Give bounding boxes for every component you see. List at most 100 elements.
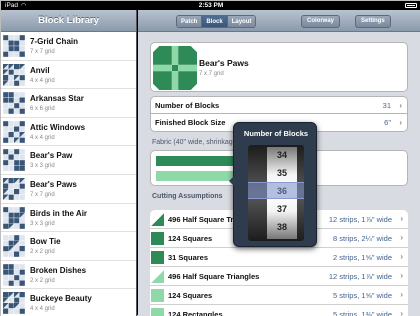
- block-thumbnail-icon: [3, 120, 25, 143]
- sidebar-item-label: 7-Grid Chain: [30, 37, 79, 46]
- fabric-swatch-icon: [151, 251, 164, 264]
- sidebar-item[interactable]: Broken Dishes 2 x 2 grid: [1, 261, 136, 290]
- cutting-row-name: 124 Squares: [168, 291, 213, 300]
- fabric-section-label: Fabric (40" wide, shrinkage...: [152, 139, 243, 146]
- number-picker[interactable]: 3435363738: [248, 145, 304, 241]
- cutting-row-strips: 12 strips, 1⅞" wide: [328, 215, 392, 224]
- chevron-right-icon: ›: [400, 252, 403, 261]
- cutting-row-strips: 12 strips, 1⅞" wide: [328, 272, 392, 281]
- block-thumbnail-icon: [3, 206, 25, 229]
- picker-selection-bar: [248, 182, 304, 199]
- block-thumbnail-icon: [3, 35, 25, 57]
- number-of-blocks-row[interactable]: Number of Blocks 31 ›: [150, 96, 408, 114]
- chevron-right-icon: ›: [400, 233, 403, 242]
- chevron-right-icon: ›: [400, 290, 403, 299]
- chevron-right-icon: ›: [400, 271, 403, 280]
- sidebar-item-label: Bear's Paw: [30, 151, 73, 161]
- colorway-button[interactable]: Colorway: [301, 15, 341, 28]
- popover-title: Number of Blocks: [243, 129, 309, 138]
- chevron-right-icon: ›: [400, 309, 403, 316]
- finished-size-value: 6": [384, 118, 391, 127]
- block-library-sidebar: Block Library 7-Grid Chain 7 x 7 grid Anvi…: [1, 10, 137, 316]
- cutting-row-name: 496 Half Square Triangles: [168, 272, 260, 281]
- chevron-right-icon: ›: [400, 214, 403, 223]
- chevron-right-icon: ›: [399, 101, 402, 110]
- chevron-right-icon: ›: [399, 118, 402, 127]
- sidebar-item[interactable]: Anvil 4 x 4 grid: [1, 61, 136, 90]
- fabric-swatch-icon: [151, 213, 164, 226]
- tab-layout[interactable]: Layout: [227, 16, 256, 27]
- block-thumbnail-icon: [3, 292, 25, 315]
- sidebar-item[interactable]: Buckeye Beauty 4 x 4 grid: [1, 289, 136, 316]
- tab-block[interactable]: Block: [202, 16, 228, 27]
- sidebar-item-grid: 4 x 4 grid: [30, 306, 55, 313]
- popover-arrow: [229, 175, 235, 187]
- sidebar-item-grid: 2 x 2 grid: [30, 249, 55, 256]
- block-thumbnail-icon: [3, 177, 25, 200]
- cutting-row-name: 124 Squares: [168, 234, 213, 243]
- block-thumbnail-icon: [3, 263, 25, 286]
- picker-option[interactable]: 35: [267, 168, 297, 178]
- cutting-row-strips: 5 strips, 1⅜" wide: [333, 310, 392, 316]
- sidebar-item[interactable]: Arkansas Star 6 x 6 grid: [1, 89, 136, 118]
- number-of-blocks-value: 31: [382, 101, 391, 110]
- sidebar-item-grid: 7 x 7 grid: [30, 191, 55, 198]
- tab-patch[interactable]: Patch: [177, 16, 203, 27]
- fabric-swatch-icon: [151, 232, 164, 245]
- cutting-section-title: Cutting Assumptions: [152, 193, 223, 200]
- ipad-screen: iPad ◠ 2:53 PM Block Library 7-Grid Chai…: [0, 0, 420, 316]
- sidebar-item-label: Broken Dishes: [30, 265, 87, 275]
- sidebar-item-grid: 2 x 2 grid: [30, 277, 55, 284]
- block-grid: 7 x 7 grid: [199, 71, 224, 77]
- settings-button[interactable]: Settings: [355, 15, 391, 28]
- block-list: 7-Grid Chain 7 x 7 grid Anvil 4 x 4 grid Ark…: [1, 32, 136, 316]
- cutting-row[interactable]: 31 Squares 2 strips, 1⅝" wide ›: [150, 248, 408, 267]
- block-thumbnail-icon: [3, 63, 25, 86]
- sidebar-item-label: Attic Windows: [30, 122, 86, 132]
- sidebar-item[interactable]: Birds in the Air 3 x 3 grid: [1, 204, 136, 233]
- cutting-row-name: 31 Squares: [168, 253, 209, 262]
- cutting-row-strips: 5 strips, 1⅝" wide: [333, 291, 392, 300]
- sidebar-item-label: Birds in the Air: [30, 208, 88, 218]
- sidebar-item[interactable]: Bear's Paw 3 x 3 grid: [1, 146, 136, 175]
- fabric-swatch-icon: [151, 308, 164, 316]
- sidebar-item-grid: 7 x 7 grid: [30, 49, 55, 55]
- status-bar: iPad ◠ 2:53 PM: [1, 1, 420, 10]
- sidebar-item-label: Bow Tie: [30, 237, 61, 247]
- sidebar-item-grid: 4 x 4 grid: [30, 77, 55, 84]
- clock: 2:53 PM: [198, 2, 224, 9]
- block-thumbnail-icon: [3, 149, 25, 172]
- sidebar-item-grid: 6 x 6 grid: [30, 106, 55, 113]
- sidebar-item-label: Bear's Paws: [30, 179, 77, 189]
- picker-option[interactable]: 34: [267, 150, 297, 160]
- sidebar-item[interactable]: Bow Tie 2 x 2 grid: [1, 232, 136, 261]
- block-thumbnail-icon: [3, 92, 25, 115]
- sidebar-item-grid: 3 x 3 grid: [30, 163, 55, 170]
- sidebar-item-label: Buckeye Beauty: [30, 294, 92, 304]
- battery-icon: [405, 3, 417, 8]
- picker-option[interactable]: 38: [267, 222, 297, 232]
- sidebar-item-grid: 4 x 4 grid: [30, 134, 55, 141]
- sidebar-item[interactable]: 7-Grid Chain 7 x 7 grid: [1, 32, 136, 61]
- sidebar-item[interactable]: Attic Windows 4 x 4 grid: [1, 118, 136, 147]
- fabric-swatch-icon: [151, 289, 164, 302]
- sidebar-item-grid: 3 x 3 grid: [30, 220, 55, 227]
- cutting-row[interactable]: 496 Half Square Triangles 12 strips, 1⅞" …: [150, 267, 408, 286]
- sidebar-item-label: Arkansas Star: [30, 94, 84, 104]
- sidebar-item[interactable]: Bear's Paws 7 x 7 grid: [1, 175, 136, 204]
- picker-option[interactable]: 37: [267, 204, 297, 214]
- block-name: Bear's Paws: [199, 58, 249, 68]
- cutting-row-name: 124 Rectangles: [168, 310, 223, 316]
- block-card[interactable]: Bear's Paws 7 x 7 grid: [150, 42, 408, 92]
- block-thumbnail-icon: [3, 235, 25, 258]
- toolbar: Patch Block Layout Colorway Settings: [138, 10, 420, 32]
- number-of-blocks-popover: Number of Blocks 3435363738: [229, 122, 317, 247]
- sidebar-title: Block Library: [1, 10, 136, 32]
- view-segmented-control: Patch Block Layout: [176, 15, 257, 28]
- cutting-row[interactable]: 124 Rectangles 5 strips, 1⅜" wide ›: [150, 305, 408, 316]
- cutting-row[interactable]: 124 Squares 5 strips, 1⅝" wide ›: [150, 286, 408, 305]
- cutting-row-strips: 2 strips, 1⅝" wide: [333, 253, 392, 262]
- cutting-row-strips: 8 strips, 2¼" wide: [333, 234, 392, 243]
- bears-paws-block-icon: [153, 46, 197, 90]
- finished-size-label: Finished Block Size: [155, 118, 226, 127]
